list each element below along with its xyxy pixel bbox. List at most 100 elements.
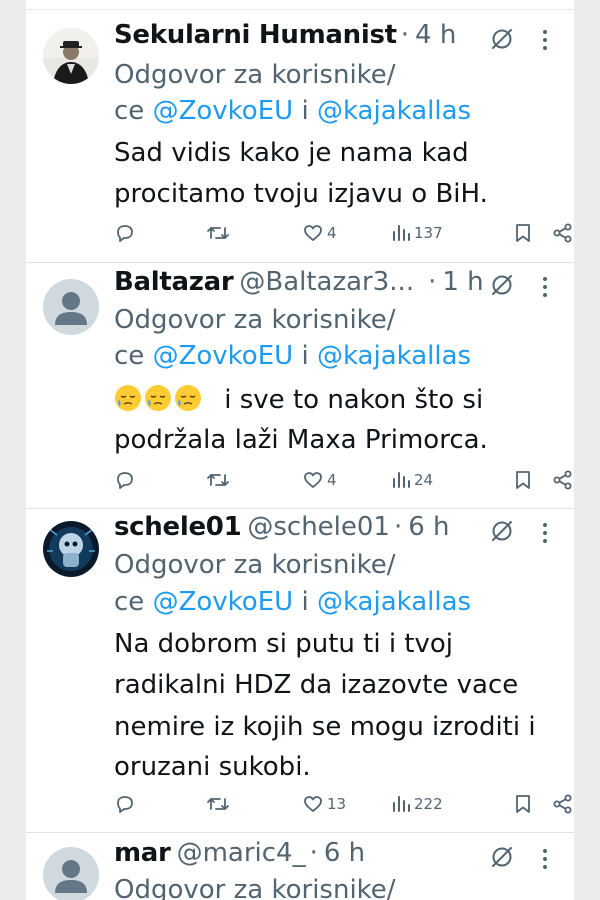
tweet-card[interactable]: mar @maric4_ · 6 h Odgovor za korisnike/ xyxy=(26,833,574,900)
reply-icon xyxy=(117,472,133,489)
timeline-feed: Sekularni Humanist · 4 h Odgovor za kori… xyxy=(26,0,574,900)
mention-link[interactable]: @ZovkoEU xyxy=(153,587,294,617)
repost-icon xyxy=(207,798,229,810)
reply-label: Odgovor za korisnike/ xyxy=(114,875,396,900)
reply-context-mentions: ce @ZovkoEU i @kajakallas xyxy=(114,96,562,134)
reply-icon xyxy=(117,796,133,813)
repost-button[interactable] xyxy=(206,222,230,244)
share-button[interactable] xyxy=(552,469,574,491)
view-count: 222 xyxy=(414,795,443,813)
tweet-text: radikalni HDZ da izazovte vace xyxy=(114,670,519,700)
reply-label: Odgovor za korisnike/ xyxy=(114,60,396,90)
reply-button[interactable] xyxy=(114,793,136,815)
grok-icon[interactable] xyxy=(489,26,515,52)
reply-label-suffix: ce xyxy=(114,341,145,371)
tweet-text-line: i sve to nakon što si xyxy=(114,384,562,422)
views-icon xyxy=(393,225,410,241)
mention-link[interactable]: @kajakallas xyxy=(317,587,471,617)
views-icon xyxy=(393,472,410,488)
avatar[interactable] xyxy=(43,847,99,900)
display-name[interactable]: schele01 xyxy=(114,512,242,542)
display-name[interactable]: mar xyxy=(114,838,171,868)
more-options-icon[interactable] xyxy=(541,521,549,545)
reply-button[interactable] xyxy=(114,222,136,244)
heart-icon xyxy=(304,225,322,241)
tweet-card[interactable]: Sekularni Humanist · 4 h Odgovor za kori… xyxy=(26,10,574,263)
timestamp[interactable]: 6 h xyxy=(324,838,365,868)
timestamp[interactable]: 4 h xyxy=(415,20,456,50)
grok-icon[interactable] xyxy=(489,272,515,298)
grok-icon[interactable] xyxy=(489,518,515,544)
avatar[interactable] xyxy=(43,279,99,335)
timestamp[interactable]: 6 h xyxy=(408,512,449,542)
bookmark-icon xyxy=(516,471,530,489)
repost-icon xyxy=(207,227,229,239)
like-button[interactable]: 4 xyxy=(302,469,337,491)
share-button[interactable] xyxy=(552,222,574,244)
dot-separator: · xyxy=(309,838,318,868)
bookmark-button[interactable] xyxy=(513,469,533,491)
reply-label: Odgovor za korisnike/ xyxy=(114,305,396,335)
mention-link[interactable]: @ZovkoEU xyxy=(153,96,294,126)
display-name[interactable]: Baltazar xyxy=(114,267,234,297)
like-button[interactable]: 4 xyxy=(302,222,337,244)
views-button[interactable]: 137 xyxy=(391,222,443,244)
heart-icon xyxy=(304,796,322,812)
tweet-card[interactable]: Baltazar @Baltazar3... · 1 h Odgovor za … xyxy=(26,263,574,509)
grok-icon[interactable] xyxy=(489,844,515,870)
action-bar: 13 222 xyxy=(114,793,574,823)
sleepy-face-emoji xyxy=(175,385,201,411)
dot-separator: · xyxy=(428,267,437,297)
repost-button[interactable] xyxy=(206,469,230,491)
reply-icon xyxy=(117,225,133,242)
avatar[interactable] xyxy=(43,521,99,577)
reply-label-suffix: ce xyxy=(114,96,145,126)
more-options-icon[interactable] xyxy=(541,847,549,871)
reply-context: Odgovor za korisnike/ xyxy=(114,60,562,98)
action-bar: 4 24 xyxy=(114,469,574,499)
bookmark-icon xyxy=(516,224,530,242)
view-count: 24 xyxy=(414,471,434,489)
repost-icon xyxy=(207,474,229,486)
bookmark-button[interactable] xyxy=(513,793,533,815)
views-button[interactable]: 222 xyxy=(391,793,443,815)
tweet-text: procitamo tvoju izjavu o BiH. xyxy=(114,179,488,209)
share-button[interactable] xyxy=(552,793,574,815)
mention-link[interactable]: @kajakallas xyxy=(317,341,471,371)
sleepy-face-emoji xyxy=(145,385,171,411)
display-name[interactable]: Sekularni Humanist xyxy=(114,20,397,50)
user-handle[interactable]: @Baltazar3... xyxy=(239,267,414,297)
avatar[interactable] xyxy=(43,28,99,84)
tweet-text: i sve to nakon što si xyxy=(224,385,484,415)
mention-link[interactable]: @ZovkoEU xyxy=(153,341,294,371)
views-button[interactable]: 24 xyxy=(391,469,433,491)
dot-separator: · xyxy=(393,512,403,542)
tweet-card[interactable]: schele01 @schele01 · 6 h Odgovor za kori… xyxy=(26,509,574,833)
timestamp[interactable]: 1 h xyxy=(442,267,483,297)
like-button[interactable]: 13 xyxy=(302,793,346,815)
view-count: 137 xyxy=(414,224,443,242)
tweet-text: Na dobrom si putu ti i tvoj xyxy=(114,629,454,659)
tweet-text: oruzani sukobi. xyxy=(114,752,311,782)
reply-conjunction: i xyxy=(301,587,309,617)
reply-button[interactable] xyxy=(114,469,136,491)
like-count: 4 xyxy=(327,471,337,489)
user-handle[interactable]: @maric4_ xyxy=(177,838,306,868)
share-icon xyxy=(553,223,572,243)
heart-icon xyxy=(304,472,322,488)
more-options-icon[interactable] xyxy=(541,28,549,52)
share-icon xyxy=(553,470,572,490)
user-handle[interactable]: @schele01 xyxy=(247,512,390,542)
sleepy-face-emoji xyxy=(115,385,141,411)
repost-button[interactable] xyxy=(206,793,230,815)
reply-context-mentions: ce @ZovkoEU i @kajakallas xyxy=(114,341,562,379)
mention-link[interactable]: @kajakallas xyxy=(317,96,471,126)
reply-label-suffix: ce xyxy=(114,587,145,617)
views-icon xyxy=(393,796,410,812)
more-options-icon[interactable] xyxy=(541,275,549,299)
bookmark-button[interactable] xyxy=(513,222,533,244)
reply-context-mentions: ce @ZovkoEU i @kajakallas xyxy=(114,587,562,625)
tweet-text: podržala laži Maxa Primorca. xyxy=(114,425,488,455)
like-count: 13 xyxy=(327,795,347,813)
like-count: 4 xyxy=(327,224,337,242)
